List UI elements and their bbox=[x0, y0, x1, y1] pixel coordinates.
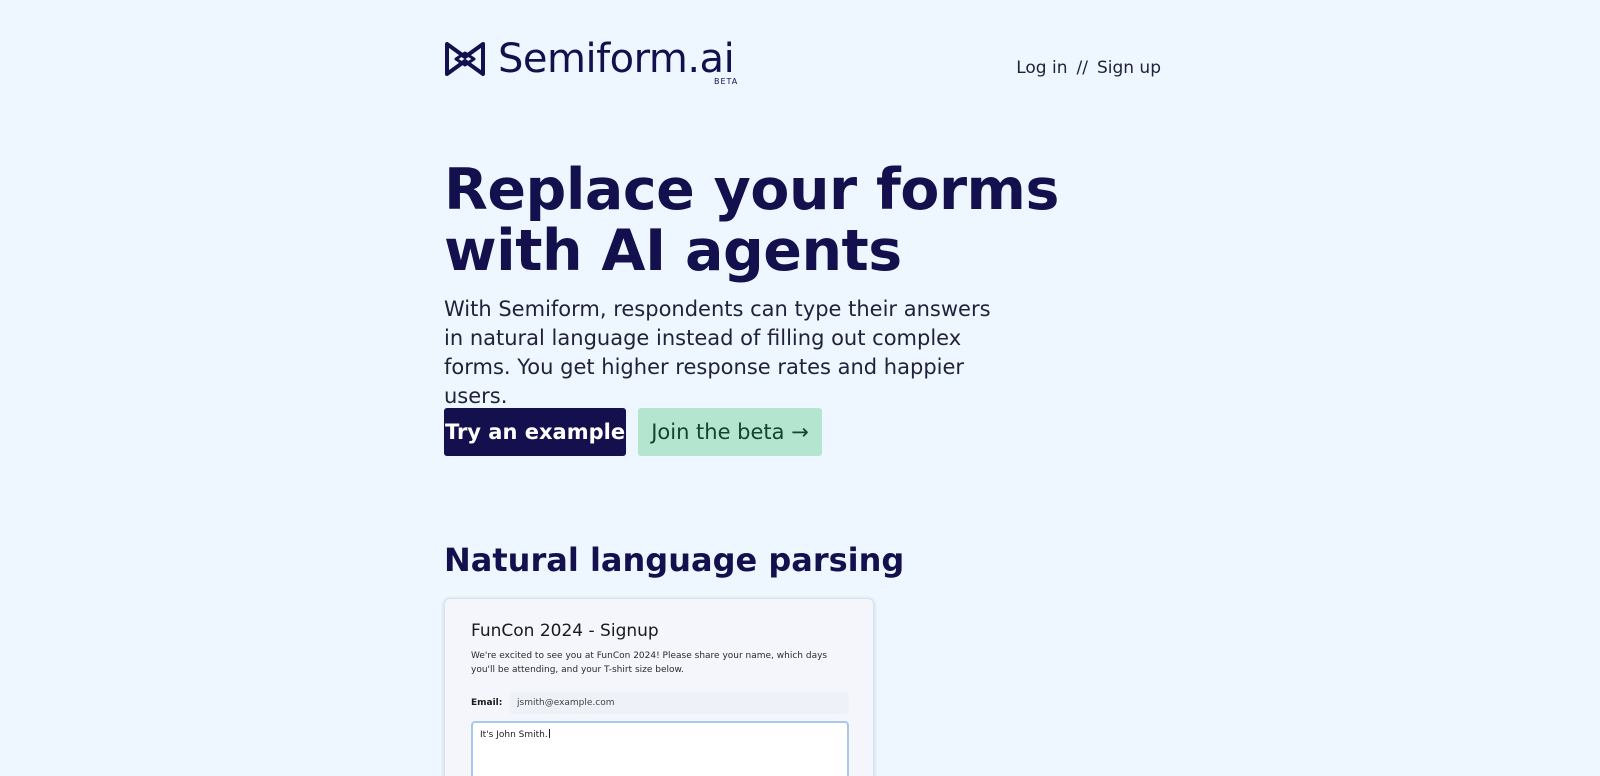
login-link[interactable]: Log in bbox=[1016, 58, 1067, 78]
hero-subtitle: With Semiform, respondents can type thei… bbox=[444, 297, 991, 408]
join-beta-button[interactable]: Join the beta → bbox=[638, 408, 822, 456]
email-row: Email: bbox=[471, 691, 849, 715]
response-textarea[interactable]: It's John Smith. bbox=[471, 721, 849, 776]
bowtie-logo-icon bbox=[445, 42, 485, 76]
hero-title: Replace your forms with AI agents bbox=[444, 157, 1059, 284]
section-title: Natural language parsing bbox=[444, 541, 905, 579]
brand-logo[interactable]: Semiform.ai BETA bbox=[444, 36, 737, 86]
email-field[interactable] bbox=[509, 692, 849, 714]
signup-link[interactable]: Sign up bbox=[1097, 58, 1161, 78]
email-label: Email: bbox=[471, 698, 503, 708]
page: Semiform.ai BETA Log in // Sign up Repla… bbox=[0, 0, 1600, 776]
demo-form-card: FunCon 2024 - Signup We're excited to se… bbox=[444, 598, 874, 776]
response-text: It's John Smith. bbox=[480, 730, 548, 740]
top-nav: Log in // Sign up bbox=[1016, 58, 1161, 78]
form-title: FunCon 2024 - Signup bbox=[471, 621, 659, 641]
try-example-button[interactable]: Try an example bbox=[444, 408, 626, 456]
brand-name: Semiform.ai bbox=[498, 36, 735, 82]
nav-separator: // bbox=[1076, 58, 1088, 78]
text-caret bbox=[548, 729, 550, 738]
form-description: We're excited to see you at FunCon 2024!… bbox=[471, 651, 828, 675]
beta-badge: BETA bbox=[714, 77, 739, 86]
